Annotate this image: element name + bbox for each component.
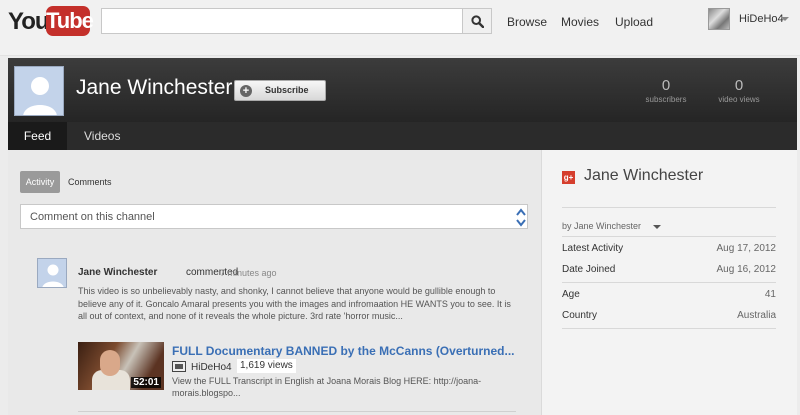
video-view-count: 1,619 views	[237, 359, 296, 373]
default-avatar-icon	[42, 264, 64, 287]
sidebar-divider	[562, 236, 776, 237]
post-author-avatar[interactable]	[37, 258, 67, 288]
info-label-date-joined: Date Joined	[562, 264, 616, 275]
nav-upload[interactable]: Upload	[615, 15, 653, 29]
subscribers-label: subscribers	[645, 95, 687, 104]
channel-header: Jane Winchester + Subscribe 0 subscriber…	[8, 58, 797, 122]
info-label-country: Country	[562, 310, 598, 321]
sidebar-divider	[562, 328, 776, 329]
info-label-age: Age	[562, 289, 580, 300]
channel-avatar	[14, 66, 64, 116]
chevron-down-icon[interactable]	[653, 225, 661, 229]
video-duration: 52:01	[131, 377, 161, 388]
plus-icon: +	[240, 85, 252, 97]
video-uploader[interactable]: HiDeHo4	[191, 362, 232, 373]
info-value-latest-activity: Aug 17, 2012	[716, 243, 777, 254]
default-avatar-icon	[23, 77, 57, 115]
subscribe-button[interactable]: + Subscribe	[234, 80, 326, 101]
info-label-latest-activity: Latest Activity	[562, 243, 624, 254]
search-input[interactable]	[101, 8, 463, 34]
video-thumbnail[interactable]: 52:01	[78, 342, 164, 390]
search-button[interactable]	[462, 8, 492, 34]
comment-input[interactable]: Comment on this channel	[20, 204, 528, 229]
post-author[interactable]: Jane Winchester	[78, 267, 157, 278]
tab-videos[interactable]: Videos	[84, 122, 120, 150]
filter-activity[interactable]: Activity	[20, 171, 60, 193]
info-value-country: Australia	[737, 310, 776, 321]
sidebar-title: Jane Winchester	[584, 167, 704, 184]
sidebar-by-label[interactable]: by Jane Winchester	[562, 221, 641, 231]
sidebar-divider	[562, 282, 776, 283]
user-avatar[interactable]	[708, 8, 730, 30]
tab-feed[interactable]: Feed	[8, 122, 67, 150]
post-body: This video is so unbelievably nasty, and…	[78, 286, 511, 321]
user-name[interactable]: HiDeHo4	[739, 13, 784, 25]
thumbnail-face	[100, 350, 120, 376]
video-title-link[interactable]: FULL Documentary BANNED by the McCanns (…	[172, 344, 517, 358]
search-icon	[471, 15, 484, 28]
comment-placeholder: Comment on this channel	[30, 211, 155, 223]
scroll-up-icon[interactable]	[516, 208, 526, 216]
logo-you-text: You	[8, 8, 50, 35]
channel-tabs: Feed Videos	[8, 122, 797, 150]
nav-movies[interactable]: Movies	[561, 15, 599, 29]
filter-comments[interactable]: Comments	[68, 171, 112, 193]
google-plus-icon[interactable]: g+	[562, 171, 575, 184]
scroll-down-icon[interactable]	[516, 219, 526, 227]
video-views-count: 0	[734, 77, 744, 94]
youtube-logo[interactable]: You Tube	[8, 6, 94, 36]
chevron-down-icon[interactable]	[781, 17, 789, 21]
nav-browse[interactable]: Browse	[507, 15, 547, 29]
video-description: View the FULL Transcript in English at J…	[172, 376, 482, 398]
post-timestamp: 7 minutes ago	[220, 268, 277, 278]
sidebar-divider	[562, 207, 776, 208]
logo-tube-text: Tube	[46, 6, 94, 36]
post-divider	[78, 411, 516, 412]
subscribers-count: 0	[661, 77, 671, 94]
subscribe-label: Subscribe	[265, 85, 309, 95]
info-value-date-joined: Aug 16, 2012	[716, 264, 777, 275]
info-value-age: 41	[764, 289, 776, 300]
uploader-icon	[172, 361, 186, 372]
video-views-label: video views	[718, 95, 760, 104]
masthead: You Tube Browse Movies Upload HiDeHo4	[0, 0, 800, 56]
channel-title: Jane Winchester	[76, 76, 233, 99]
